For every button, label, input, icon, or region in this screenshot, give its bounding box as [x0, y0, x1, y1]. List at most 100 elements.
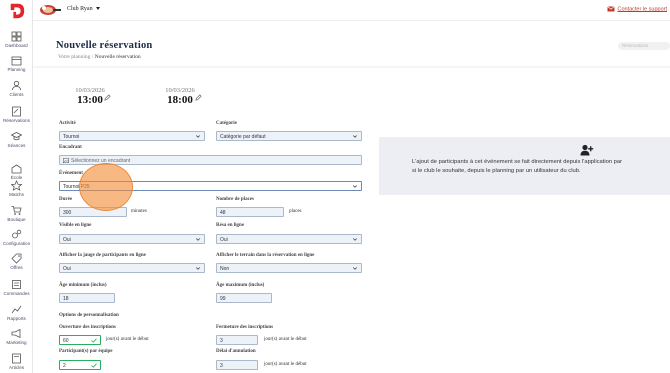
sidebar-item-3[interactable]: Clients [0, 80, 33, 97]
participants-value: 2 [63, 363, 66, 369]
age-max-input[interactable]: 99 [216, 293, 272, 303]
calendar-icon [11, 56, 22, 66]
fermeture-suffix: jour(s) avant le début [264, 337, 307, 342]
jauge-value: Oui [63, 266, 71, 272]
chevron-down-icon [353, 135, 357, 138]
sidebar-item-6[interactable]: École [0, 163, 33, 180]
chevron-down-icon [353, 185, 357, 188]
pencil-icon[interactable] [195, 94, 202, 101]
categorie-label: Catégorie [216, 121, 237, 126]
duree-label: Durée [59, 197, 73, 202]
activite-select[interactable]: Tournoi [59, 131, 205, 141]
participants-info-panel: L'ajout de participants à cet événement … [379, 137, 670, 195]
terrain-select[interactable]: Non [216, 263, 362, 273]
sidebar-item-label: Planning [7, 67, 26, 72]
sidebar-item-10[interactable]: Offres [0, 253, 33, 270]
sidebar-item-7[interactable]: Matchs [0, 180, 33, 197]
start-datetime[interactable]: 10/03/2026 13:00 [67, 87, 113, 106]
divider [33, 66, 670, 68]
terrain-label: Afficher le terrain dans la réservation … [216, 253, 315, 258]
sidebar: Dashboard Planning Clients Réservations Séan… [0, 0, 33, 373]
participants-input[interactable]: 2 [59, 360, 101, 370]
activite-value: Tournoi [63, 134, 80, 140]
tag-icon [11, 253, 22, 264]
gears-icon [12, 229, 22, 239]
annulation-suffix: jour(s) avant le début [264, 362, 307, 367]
info-line-2: si le club le souhaite, depuis le planni… [412, 168, 581, 174]
age-min-input[interactable]: 18 [59, 293, 115, 303]
sidebar-item-13[interactable]: Marketing [0, 328, 33, 345]
sidebar-item-label: Matchs [9, 192, 24, 197]
chevron-down-icon [353, 238, 357, 241]
star-icon [11, 180, 22, 191]
activite-label: Activité [59, 121, 76, 126]
sidebar-item-1[interactable]: Dashboard [0, 31, 33, 48]
add-user-icon [580, 144, 594, 156]
places-suffix: places [289, 209, 302, 214]
orders-icon [12, 280, 21, 289]
sidebar-item-label: Séances [7, 143, 26, 148]
breadcrumb-current: Nouvelle réservation [94, 54, 141, 60]
app-logo[interactable] [8, 2, 26, 20]
sidebar-item-label: Offres [10, 265, 23, 270]
breadcrumb-parent[interactable]: Votre planning / [58, 54, 93, 60]
jauge-select[interactable]: Oui [59, 263, 205, 273]
age-min-label: Âge minimum (inclus) [59, 283, 107, 288]
duree-suffix: minutes [131, 209, 147, 214]
sidebar-item-label: Boutique [7, 217, 26, 222]
categorie-select[interactable]: Catégorie par défaut [216, 131, 362, 141]
sidebar-item-14[interactable]: Articles [0, 353, 33, 370]
graduation-icon [11, 132, 22, 141]
annulation-input[interactable]: 3 [216, 360, 258, 370]
chevron-down-icon [353, 267, 357, 270]
sidebar-item-8[interactable]: Boutique [0, 205, 33, 222]
ouverture-value: 60 [63, 338, 69, 344]
sidebar-item-label: Marketing [6, 340, 27, 345]
visible-select[interactable]: Oui [59, 234, 205, 244]
support-link[interactable]: Contacter le support [607, 6, 667, 12]
chevron-down-icon [196, 238, 200, 241]
sidebar-item-11[interactable]: Commandes [0, 279, 33, 296]
chevron-down-icon [196, 135, 200, 138]
cursor-highlight [79, 163, 133, 211]
check-icon [91, 363, 97, 368]
ouverture-input[interactable]: 60 [59, 335, 101, 345]
sidebar-item-12[interactable]: Rapports [0, 304, 33, 321]
places-input[interactable]: 48 [216, 207, 284, 217]
participants-label: Participant(s) par équipe [59, 349, 113, 354]
fermeture-input[interactable]: 3 [216, 335, 258, 345]
check-icon [91, 338, 97, 343]
sidebar-item-label: Articles [8, 365, 25, 370]
resa-select[interactable]: Oui [216, 234, 362, 244]
visible-label: Visible en ligne [59, 223, 92, 228]
sidebar-item-label: Réservations [3, 118, 30, 123]
topbar: Club Ryan Contacter le support [33, 0, 670, 21]
page-title: Nouvelle réservation [56, 40, 153, 51]
jauge-label: Afficher la jauge de participants en lig… [59, 253, 146, 258]
support-label: Contacter le support [617, 6, 667, 13]
ouverture-label: Ouverture des inscriptions [59, 325, 116, 330]
breadcrumb: Votre planning / Nouvelle réservation [58, 54, 141, 60]
start-date: 10/03/2026 [75, 87, 105, 94]
chevron-down-icon [196, 267, 200, 270]
dashboard-icon [11, 31, 22, 42]
chevron-down-icon[interactable] [96, 7, 100, 10]
resa-value: Oui [220, 237, 228, 243]
club-selector[interactable]: Club Ryan [67, 6, 93, 12]
sidebar-item-9[interactable]: Configuration [0, 229, 33, 246]
sidebar-item-2[interactable]: Planning [0, 55, 33, 72]
age-max-label: Âge maximum (inclus) [216, 283, 265, 288]
sidebar-item-5[interactable]: Séances [0, 131, 33, 148]
pencil-icon[interactable] [104, 94, 111, 101]
sidebar-item-4[interactable]: Réservations [0, 106, 33, 123]
reservations-pill[interactable]: Réservations [618, 42, 670, 50]
sidebar-item-label: Rapports [7, 316, 26, 321]
sidebar-item-label: Clients [9, 92, 24, 97]
terrain-value: Non [220, 266, 230, 272]
annulation-label: Délai d'annulation [216, 349, 256, 354]
club-avatar[interactable] [39, 3, 61, 17]
info-line-1: L'ajout de participants à cet événement … [412, 159, 623, 165]
chart-icon [11, 305, 22, 314]
end-datetime[interactable]: 10/03/2026 18:00 [157, 87, 203, 106]
categorie-value: Catégorie par défaut [220, 134, 266, 140]
